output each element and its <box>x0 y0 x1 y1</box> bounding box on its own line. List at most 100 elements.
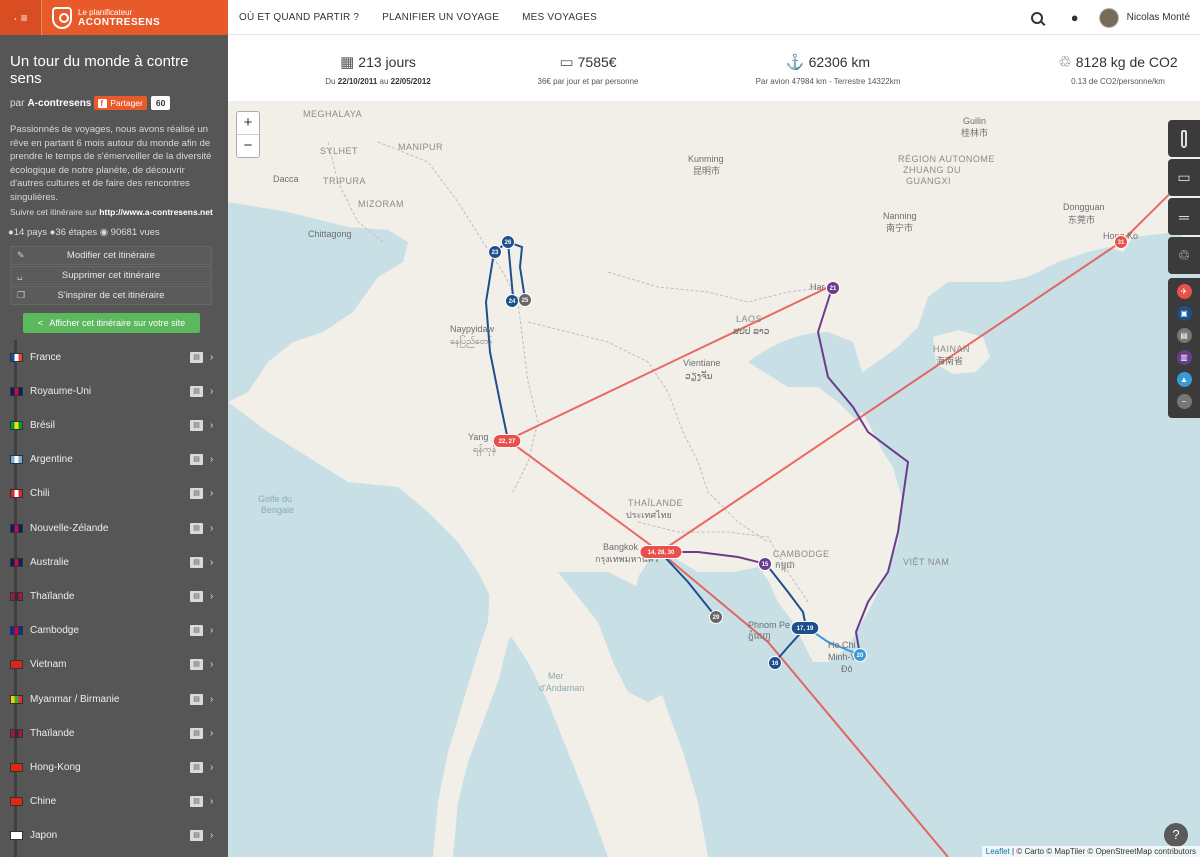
map-label: ວຽງຈັນ <box>685 370 713 382</box>
map-label: Kunming <box>688 154 724 164</box>
route-button[interactable]: ═ <box>1168 198 1200 235</box>
stop-marker[interactable]: 15 <box>758 557 772 571</box>
help-icon[interactable]: ? <box>1164 823 1188 847</box>
map[interactable]: MEGHALAYA MANIPUR SYLHET TRIPURA MIZORAM Dacc… <box>228 102 1200 857</box>
stop-marker[interactable]: 23 <box>488 245 502 259</box>
boat-icon[interactable]: ▲ <box>1176 372 1192 387</box>
country-name: Cambodge <box>30 625 79 637</box>
notebook-icon[interactable]: ▤ <box>190 556 203 568</box>
chevron-right-icon[interactable]: › <box>210 625 213 636</box>
walk-icon[interactable]: − <box>1176 394 1192 409</box>
nav-plan-trip[interactable]: PLANIFIER UN VOYAGE <box>382 12 499 23</box>
map-label: VIỆT NAM <box>903 557 949 567</box>
nav-my-trips[interactable]: MES VOYAGES <box>522 12 597 23</box>
country-item[interactable]: France ▤ › <box>0 347 228 367</box>
wallet-button[interactable]: ▭ <box>1168 159 1200 196</box>
notebook-icon[interactable]: ▤ <box>190 419 203 431</box>
chevron-right-icon[interactable]: › <box>210 659 213 670</box>
country-item[interactable]: Nouvelle-Zélande ▤ › <box>0 518 228 538</box>
thermometer-icon <box>1181 129 1187 148</box>
map-canvas[interactable]: MEGHALAYA MANIPUR SYLHET TRIPURA MIZORAM Dacc… <box>228 102 1200 857</box>
embed-itinerary-button[interactable]: < Afficher cet itinéraire sur votre site <box>23 313 200 333</box>
edit-itinerary-button[interactable]: ✎ Modifier cet itinéraire <box>10 246 212 265</box>
notebook-icon[interactable]: ▤ <box>190 761 203 773</box>
chevron-right-icon[interactable]: › <box>210 694 213 705</box>
notebook-icon[interactable]: ▤ <box>190 590 203 602</box>
country-item[interactable]: Argentine ▤ › <box>0 450 228 470</box>
menu-toggle-button[interactable]: · ≡ <box>0 0 42 35</box>
share-button[interactable]: Partager <box>94 96 147 110</box>
stop-marker[interactable]: 17, 19 <box>790 621 820 635</box>
recycle-button[interactable]: ♲ <box>1168 237 1200 274</box>
stop-marker[interactable]: 16 <box>768 656 782 670</box>
chevron-right-icon[interactable]: › <box>210 454 213 465</box>
globe-icon[interactable]: ● <box>1071 10 1079 25</box>
country-item[interactable]: Brésil ▤ › <box>0 415 228 435</box>
chevron-right-icon[interactable]: › <box>210 830 213 841</box>
user-name[interactable]: Nicolas Monté <box>1127 12 1190 23</box>
notebook-icon[interactable]: ▤ <box>190 796 203 808</box>
flag-icon <box>10 489 23 499</box>
copy-itinerary-button[interactable]: ❐ S'inspirer de cet itinéraire <box>10 286 212 305</box>
thermometer-button[interactable] <box>1168 120 1200 157</box>
notebook-icon[interactable]: ▤ <box>190 727 203 739</box>
chevron-right-icon[interactable]: › <box>210 557 213 568</box>
chevron-right-icon[interactable]: › <box>210 523 213 534</box>
stop-marker[interactable]: 31 <box>1114 235 1128 249</box>
stop-marker[interactable]: 22, 27 <box>492 434 522 448</box>
delete-itinerary-button[interactable]: ␣ Supprimer cet itinéraire <box>10 266 212 285</box>
stop-marker[interactable]: 14, 28, 30 <box>639 545 683 559</box>
country-item[interactable]: Australie ▤ › <box>0 552 228 572</box>
bus-icon[interactable]: ▣ <box>1176 306 1192 321</box>
leaflet-link[interactable]: Leaflet <box>986 847 1010 856</box>
stop-marker[interactable]: 25 <box>518 293 532 307</box>
chevron-right-icon[interactable]: › <box>210 728 213 739</box>
chevron-right-icon[interactable]: › <box>210 420 213 431</box>
action-label: Modifier cet itinéraire <box>66 250 156 261</box>
zoom-in-button[interactable]: + <box>237 112 259 135</box>
follow-url-link[interactable]: http://www.a-contresens.net <box>99 207 213 217</box>
country-item[interactable]: Thaïlande ▤ › <box>0 723 228 743</box>
flag-icon <box>10 352 23 362</box>
notebook-icon[interactable]: ▤ <box>190 693 203 705</box>
chevron-right-icon[interactable]: › <box>210 796 213 807</box>
notebook-icon[interactable]: ▤ <box>190 522 203 534</box>
stop-marker[interactable]: 26 <box>501 235 515 249</box>
notebook-icon[interactable]: ▤ <box>190 351 203 363</box>
author-link[interactable]: A-contresens <box>27 98 91 109</box>
country-item[interactable]: Cambodge ▤ › <box>0 621 228 641</box>
notebook-icon[interactable]: ▤ <box>190 385 203 397</box>
truck-icon[interactable]: ▤ <box>1176 328 1192 343</box>
search-icon[interactable] <box>1030 11 1043 24</box>
notebook-icon[interactable]: ▤ <box>190 454 203 466</box>
train-icon[interactable]: ▥ <box>1176 350 1192 365</box>
country-item[interactable]: Hong-Kong ▤ › <box>0 757 228 777</box>
notebook-icon[interactable]: ▤ <box>190 488 203 500</box>
country-item[interactable]: Royaume-Uni ▤ › <box>0 381 228 401</box>
chevron-right-icon[interactable]: › <box>210 352 213 363</box>
country-item[interactable]: Thaïlande ▤ › <box>0 586 228 606</box>
zoom-out-button[interactable]: − <box>237 135 259 158</box>
chevron-right-icon[interactable]: › <box>210 762 213 773</box>
stop-marker[interactable]: 29 <box>709 610 723 624</box>
stop-marker[interactable]: 21 <box>826 281 840 295</box>
stop-marker[interactable]: 24 <box>505 294 519 308</box>
notebook-icon[interactable]: ▤ <box>190 830 203 842</box>
country-item[interactable]: Vietnam ▤ › <box>0 655 228 675</box>
chevron-right-icon[interactable]: › <box>210 591 213 602</box>
stop-marker[interactable]: 20 <box>853 648 867 662</box>
chevron-right-icon[interactable]: › <box>210 386 213 397</box>
country-item[interactable]: Chili ▤ › <box>0 484 228 504</box>
country-item[interactable]: Chine ▤ › <box>0 792 228 812</box>
avatar[interactable] <box>1098 7 1119 28</box>
country-item[interactable]: Japon ▤ › <box>0 826 228 846</box>
logo[interactable]: Le planificateur ACONTRESENS <box>52 6 160 29</box>
chevron-right-icon[interactable]: › <box>210 488 213 499</box>
nav-where-when[interactable]: OÙ ET QUAND PARTIR ? <box>239 12 359 23</box>
notebook-icon[interactable]: ▤ <box>190 625 203 637</box>
plane-icon[interactable]: ✈ <box>1176 284 1192 299</box>
country-item[interactable]: Myanmar / Birmanie ▤ › <box>0 689 228 709</box>
map-label: Naypyidaw <box>450 324 495 334</box>
notebook-icon[interactable]: ▤ <box>190 659 203 671</box>
stop-marker-label: 21 <box>830 286 837 292</box>
